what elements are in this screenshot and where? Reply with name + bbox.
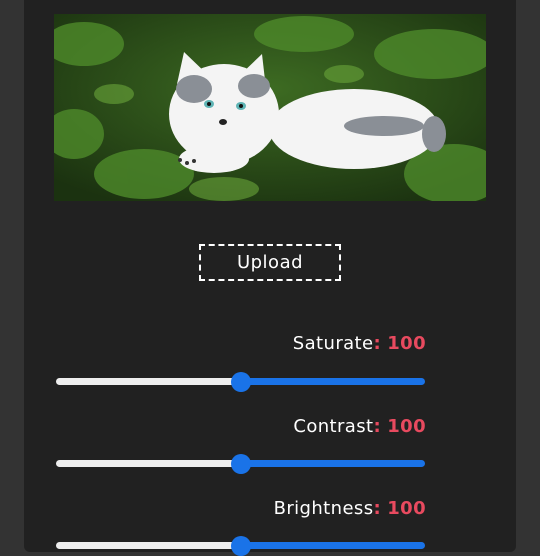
brightness-slider-track-filled <box>56 542 241 549</box>
saturate-label: Saturate: 100 <box>293 333 426 354</box>
brightness-slider-track-remaining <box>241 542 425 549</box>
saturate-slider-thumb[interactable] <box>231 372 251 392</box>
contrast-name: Contrast <box>293 416 374 437</box>
contrast-label: Contrast: 100 <box>293 416 426 437</box>
saturate-slider-track-filled <box>56 378 241 385</box>
contrast-slider-track-remaining <box>241 460 425 467</box>
contrast-slider[interactable] <box>56 454 425 474</box>
upload-button[interactable]: Upload <box>199 244 341 281</box>
brightness-value: 100 <box>387 498 426 519</box>
brightness-separator: : <box>373 498 382 519</box>
saturate-value: 100 <box>387 333 426 354</box>
saturate-slider-track-remaining <box>241 378 425 385</box>
contrast-value: 100 <box>387 416 426 437</box>
saturate-slider[interactable] <box>56 372 425 392</box>
saturate-name: Saturate <box>292 333 374 354</box>
saturate-separator: : <box>373 333 382 354</box>
contrast-slider-thumb[interactable] <box>231 454 251 474</box>
preview-image <box>54 14 486 201</box>
contrast-separator: : <box>373 416 382 437</box>
brightness-slider-thumb[interactable] <box>231 536 251 556</box>
brightness-slider[interactable] <box>56 536 425 556</box>
contrast-slider-track-filled <box>56 460 241 467</box>
brightness-name: Brightness <box>273 498 374 519</box>
brightness-label: Brightness: 100 <box>274 498 426 519</box>
